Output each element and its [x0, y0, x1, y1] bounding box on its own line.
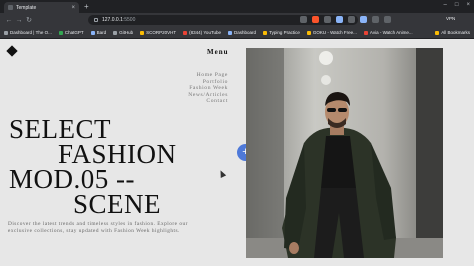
brave-shield-icon[interactable]	[312, 16, 319, 23]
bookmark-icon	[113, 30, 118, 35]
all-bookmarks-button[interactable]: All Bookmarks	[435, 30, 470, 35]
bookmark-item[interactable]: Dashboard | The O...	[4, 30, 52, 35]
bookmark-icon	[90, 30, 95, 35]
close-window-icon[interactable]: ×	[466, 2, 470, 8]
browser-toolbar: ← → ↻ 127.0.0.1 :5500 VPN	[0, 13, 474, 27]
bookmark-item[interactable]: GitHub	[113, 30, 133, 35]
bookmark-icon	[4, 30, 8, 35]
vpn-button[interactable]: VPN	[446, 16, 455, 21]
bookmark-star-icon[interactable]	[300, 16, 307, 23]
bookmark-item[interactable]: Dashboard	[228, 30, 256, 35]
tab-title: Template	[16, 4, 37, 11]
bookmark-icon	[263, 30, 268, 35]
nav-links: Home Page Portfolio Fashion Week News/Ar…	[160, 72, 228, 105]
bookmark-item[interactable]: Avia - Watch Anime...	[363, 30, 413, 35]
extension-icon[interactable]	[360, 16, 367, 23]
url-host: 127.0.0.1	[102, 17, 123, 23]
sidebar-icon[interactable]	[384, 16, 391, 23]
new-tab-icon[interactable]: +	[84, 2, 89, 11]
folder-icon	[435, 30, 440, 35]
bookmark-icon	[306, 30, 311, 35]
extension-icon[interactable]	[324, 16, 331, 23]
url-port: :5500	[122, 17, 136, 23]
logo-diamond-icon[interactable]	[6, 45, 18, 57]
bookmark-item[interactable]: (8344) YouTube	[183, 30, 221, 35]
page-viewport: Menu Home Page Portfolio Fashion Week Ne…	[0, 40, 474, 266]
extension-icon[interactable]	[336, 16, 343, 23]
fashion-photo	[246, 48, 443, 258]
reload-icon[interactable]: ↻	[24, 16, 34, 24]
forward-icon[interactable]: →	[14, 17, 24, 24]
bookmark-item[interactable]: ChatGPT	[58, 30, 84, 35]
site-info-icon[interactable]	[94, 18, 98, 22]
bookmark-item[interactable]: GOKU - Watch Free...	[306, 30, 357, 35]
hero-line: SCENE	[73, 189, 162, 219]
hero-heading: SELECT FASHION MOD.05 -- SCENE	[9, 116, 177, 219]
bookmark-icon	[58, 30, 63, 35]
bookmark-icon	[183, 30, 188, 35]
bookmark-item[interactable]: Typing Practice	[263, 30, 300, 35]
bookmark-item[interactable]: Bard	[90, 30, 106, 35]
bookmark-icon	[363, 30, 368, 35]
bookmark-icon	[140, 30, 145, 35]
bookmarks-bar: Dashboard | The O... ChatGPT Bard GitHub…	[0, 27, 474, 39]
window-controls: – □ ×	[444, 2, 470, 8]
browser-tab[interactable]: Template ×	[4, 2, 79, 13]
mouse-cursor-icon	[217, 169, 227, 178]
extensions-puzzle-icon[interactable]	[372, 16, 379, 23]
hero-description: Discover the latest trends and timeless …	[8, 221, 188, 234]
nav-link-contact[interactable]: Contact	[160, 98, 228, 105]
tab-favicon-icon	[8, 5, 13, 10]
bookmark-item[interactable]: SCORP20VHT	[140, 30, 176, 35]
extension-icon[interactable]	[348, 16, 355, 23]
back-icon[interactable]: ←	[4, 17, 14, 24]
browser-tab-bar: Template × + – □ ×	[0, 0, 474, 13]
minimize-icon[interactable]: –	[444, 2, 447, 8]
toolbar-icons	[300, 16, 391, 23]
close-tab-icon[interactable]: ×	[71, 5, 75, 11]
bookmark-icon	[228, 30, 233, 35]
fashion-photo-illustration	[246, 48, 443, 258]
menu-label[interactable]: Menu	[207, 48, 229, 56]
maximize-icon[interactable]: □	[455, 2, 459, 8]
